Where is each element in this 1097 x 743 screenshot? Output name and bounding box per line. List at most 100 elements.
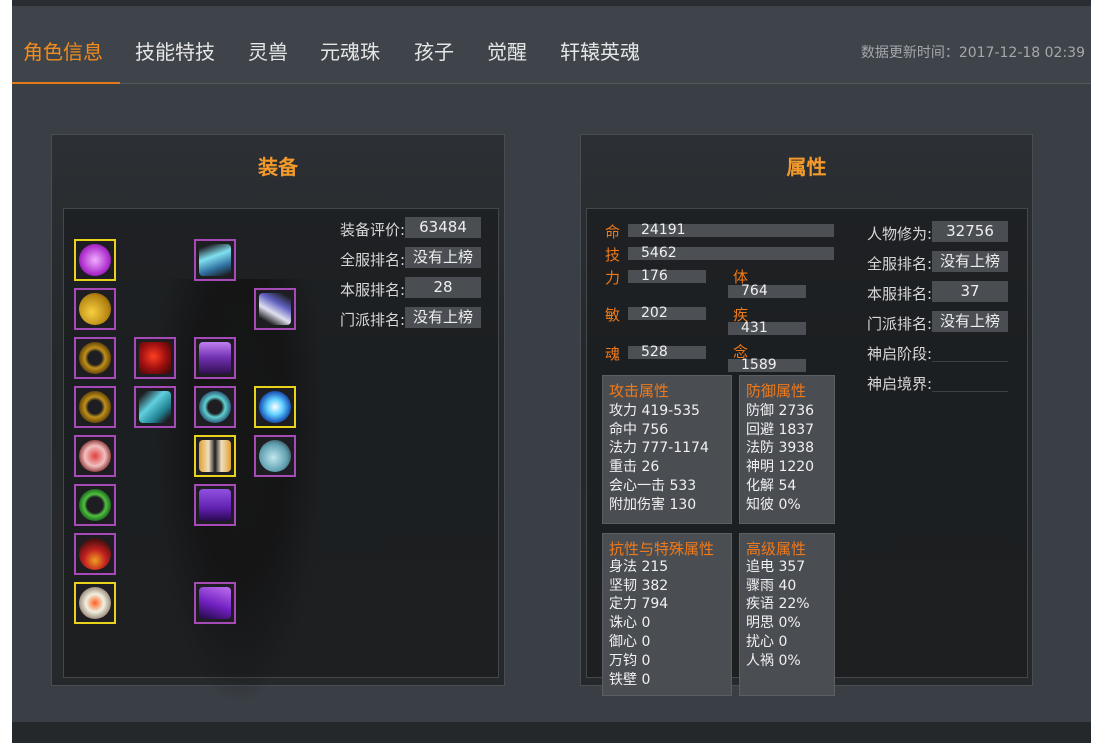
equip-slot-pouch[interactable] (254, 435, 296, 477)
attr-server-all-value: 没有上榜 (932, 251, 1008, 272)
equip-slot-spirit-orb[interactable] (254, 386, 296, 428)
attr-ji-value: 5462 (641, 245, 677, 261)
equip-slot-shoulder[interactable] (254, 288, 296, 330)
equipment-panel: 装备 装备评价: 63484 全服排名: 没有上榜 本服排名: 28 门派排名:… (51, 134, 505, 699)
advanced-line-5: 扰心 0 (746, 634, 788, 650)
realm-label: 神启境界: (867, 375, 933, 393)
defense-title: 防御属性 (746, 382, 807, 400)
attributes-panel: 属性 命 24191 技 5462 力 176 体 764 敏 202 疾 43… (580, 134, 1033, 696)
attr-nian-value: 1589 (741, 357, 777, 373)
attack-line-3: 法力 777-1174 (609, 440, 709, 456)
cultivation-value: 32756 (932, 221, 1008, 242)
bottom-strip (12, 722, 1091, 743)
equipment-inner: 装备评价: 63484 全服排名: 没有上榜 本服排名: 28 门派排名: 没有… (63, 208, 499, 699)
attr-server-local-value: 37 (932, 281, 1008, 302)
equip-slot-ring-1[interactable] (74, 337, 116, 379)
attributes-inner: 命 24191 技 5462 力 176 体 764 敏 202 疾 431 魂… (586, 208, 1028, 696)
equip-server-local-label: 本服排名: (340, 281, 406, 299)
resist-line-2: 坚韧 382 (609, 578, 669, 594)
attack-title: 攻击属性 (609, 382, 670, 400)
attr-hun-label: 魂 (605, 345, 621, 363)
equip-rating-value: 63484 (405, 217, 481, 238)
advanced-line-3: 疾语 22% (746, 596, 810, 612)
defense-line-3: 法防 3938 (746, 440, 815, 456)
cultivation-label: 人物修为: (867, 225, 933, 243)
attack-line-4: 重击 26 (609, 459, 660, 475)
equip-slot-bracers[interactable] (194, 435, 236, 477)
attr-server-local-label: 本服排名: (867, 285, 933, 303)
attr-ming-value: 24191 (641, 222, 686, 238)
attack-line-1: 攻力 419-535 (609, 403, 700, 419)
stage-label: 神启阶段: (867, 345, 933, 363)
equip-slot-boots[interactable] (194, 582, 236, 624)
defense-line-1: 防御 2736 (746, 403, 815, 419)
tab-spirit-beast[interactable]: 灵兽 (248, 36, 288, 65)
stage-line (932, 361, 1008, 362)
tab-child[interactable]: 孩子 (414, 36, 454, 65)
equip-slot-amulet[interactable] (74, 239, 116, 281)
advanced-line-6: 人祸 0% (746, 653, 801, 669)
equip-slot-belt[interactable] (194, 386, 236, 428)
attr-server-all-label: 全服排名: (867, 255, 933, 273)
resist-line-5: 御心 0 (609, 634, 651, 650)
tab-skills[interactable]: 技能特技 (135, 36, 215, 65)
attr-li-value: 176 (641, 268, 668, 284)
resist-line-6: 万钧 0 (609, 653, 651, 669)
attr-sect-label: 门派排名: (867, 315, 933, 333)
defense-line-5: 化解 54 (746, 478, 797, 494)
attr-ti-value: 764 (741, 283, 768, 299)
equip-slot-ring-2[interactable] (74, 386, 116, 428)
equip-slot-gauntlet[interactable] (134, 386, 176, 428)
equip-sect-label: 门派排名: (340, 311, 406, 329)
equip-sect-value: 没有上榜 (405, 307, 481, 328)
equip-slot-armor[interactable] (194, 337, 236, 379)
attack-line-2: 命中 756 (609, 422, 669, 438)
realm-line (932, 391, 1008, 392)
app-frame: 角色信息 技能特技 灵兽 元魂珠 孩子 觉醒 轩辕英魂 数据更新时间：2017-… (12, 0, 1091, 743)
tab-xuanyuan-soul[interactable]: 轩辕英魂 (560, 36, 640, 65)
defense-box: 防御属性 防御 2736 回避 1837 法防 3938 神明 1220 化解 … (739, 375, 835, 524)
equip-slot-pendant[interactable] (74, 288, 116, 330)
equip-server-all-value: 没有上榜 (405, 247, 481, 268)
resist-line-1: 身法 215 (609, 559, 669, 575)
attr-sect-value: 没有上榜 (932, 311, 1008, 332)
tab-soul-orb[interactable]: 元魂珠 (320, 36, 380, 65)
resist-line-7: 铁壁 0 (609, 672, 651, 688)
advanced-box: 高级属性 追电 357 骤雨 40 疾语 22% 明思 0% 扰心 0 人祸 0… (739, 533, 835, 696)
update-time: 数据更新时间：2017-12-18 02:39 (860, 45, 1085, 61)
resist-line-4: 诛心 0 (609, 615, 651, 631)
equip-server-all-label: 全服排名: (340, 251, 406, 269)
equip-slot-helmet[interactable] (194, 239, 236, 281)
attr-li-label: 力 (605, 269, 621, 287)
equip-rating-label: 装备评价: (340, 221, 406, 239)
advanced-line-2: 骤雨 40 (746, 578, 797, 594)
attr-min-label: 敏 (605, 306, 621, 324)
defense-line-4: 神明 1220 (746, 459, 815, 475)
tab-awakening[interactable]: 觉醒 (487, 36, 527, 65)
defense-line-6: 知彼 0% (746, 497, 801, 513)
equip-slot-pants[interactable] (194, 484, 236, 526)
attr-ming-label: 命 (605, 223, 621, 241)
equipment-title: 装备 (258, 155, 298, 179)
attr-jiji-value: 431 (741, 320, 768, 336)
attack-box: 攻击属性 攻力 419-535 命中 756 法力 777-1174 重击 26… (602, 375, 732, 524)
attack-line-5: 会心一击 533 (609, 478, 697, 494)
equip-slot-ruby-ring[interactable] (74, 435, 116, 477)
advanced-line-1: 追电 357 (746, 559, 806, 575)
attr-hun-value: 528 (641, 344, 668, 360)
equip-server-local-value: 28 (405, 277, 481, 298)
tab-character-info[interactable]: 角色信息 (23, 36, 103, 65)
attr-min-value: 202 (641, 305, 668, 321)
resist-box: 抗性与特殊属性 身法 215 坚韧 382 定力 794 诛心 0 御心 0 万… (602, 533, 732, 696)
equip-slot-necklace[interactable] (74, 533, 116, 575)
attack-line-6: 附加伤害 130 (609, 497, 697, 513)
defense-line-2: 回避 1837 (746, 422, 815, 438)
advanced-line-4: 明思 0% (746, 615, 801, 631)
character-silhouette (154, 279, 324, 699)
attributes-title: 属性 (786, 155, 827, 179)
equip-slot-talisman[interactable] (74, 582, 116, 624)
resist-line-3: 定力 794 (609, 596, 669, 612)
attr-ji-label: 技 (605, 246, 621, 264)
equip-slot-bracelet[interactable] (74, 484, 116, 526)
equip-slot-fire-gem[interactable] (134, 337, 176, 379)
